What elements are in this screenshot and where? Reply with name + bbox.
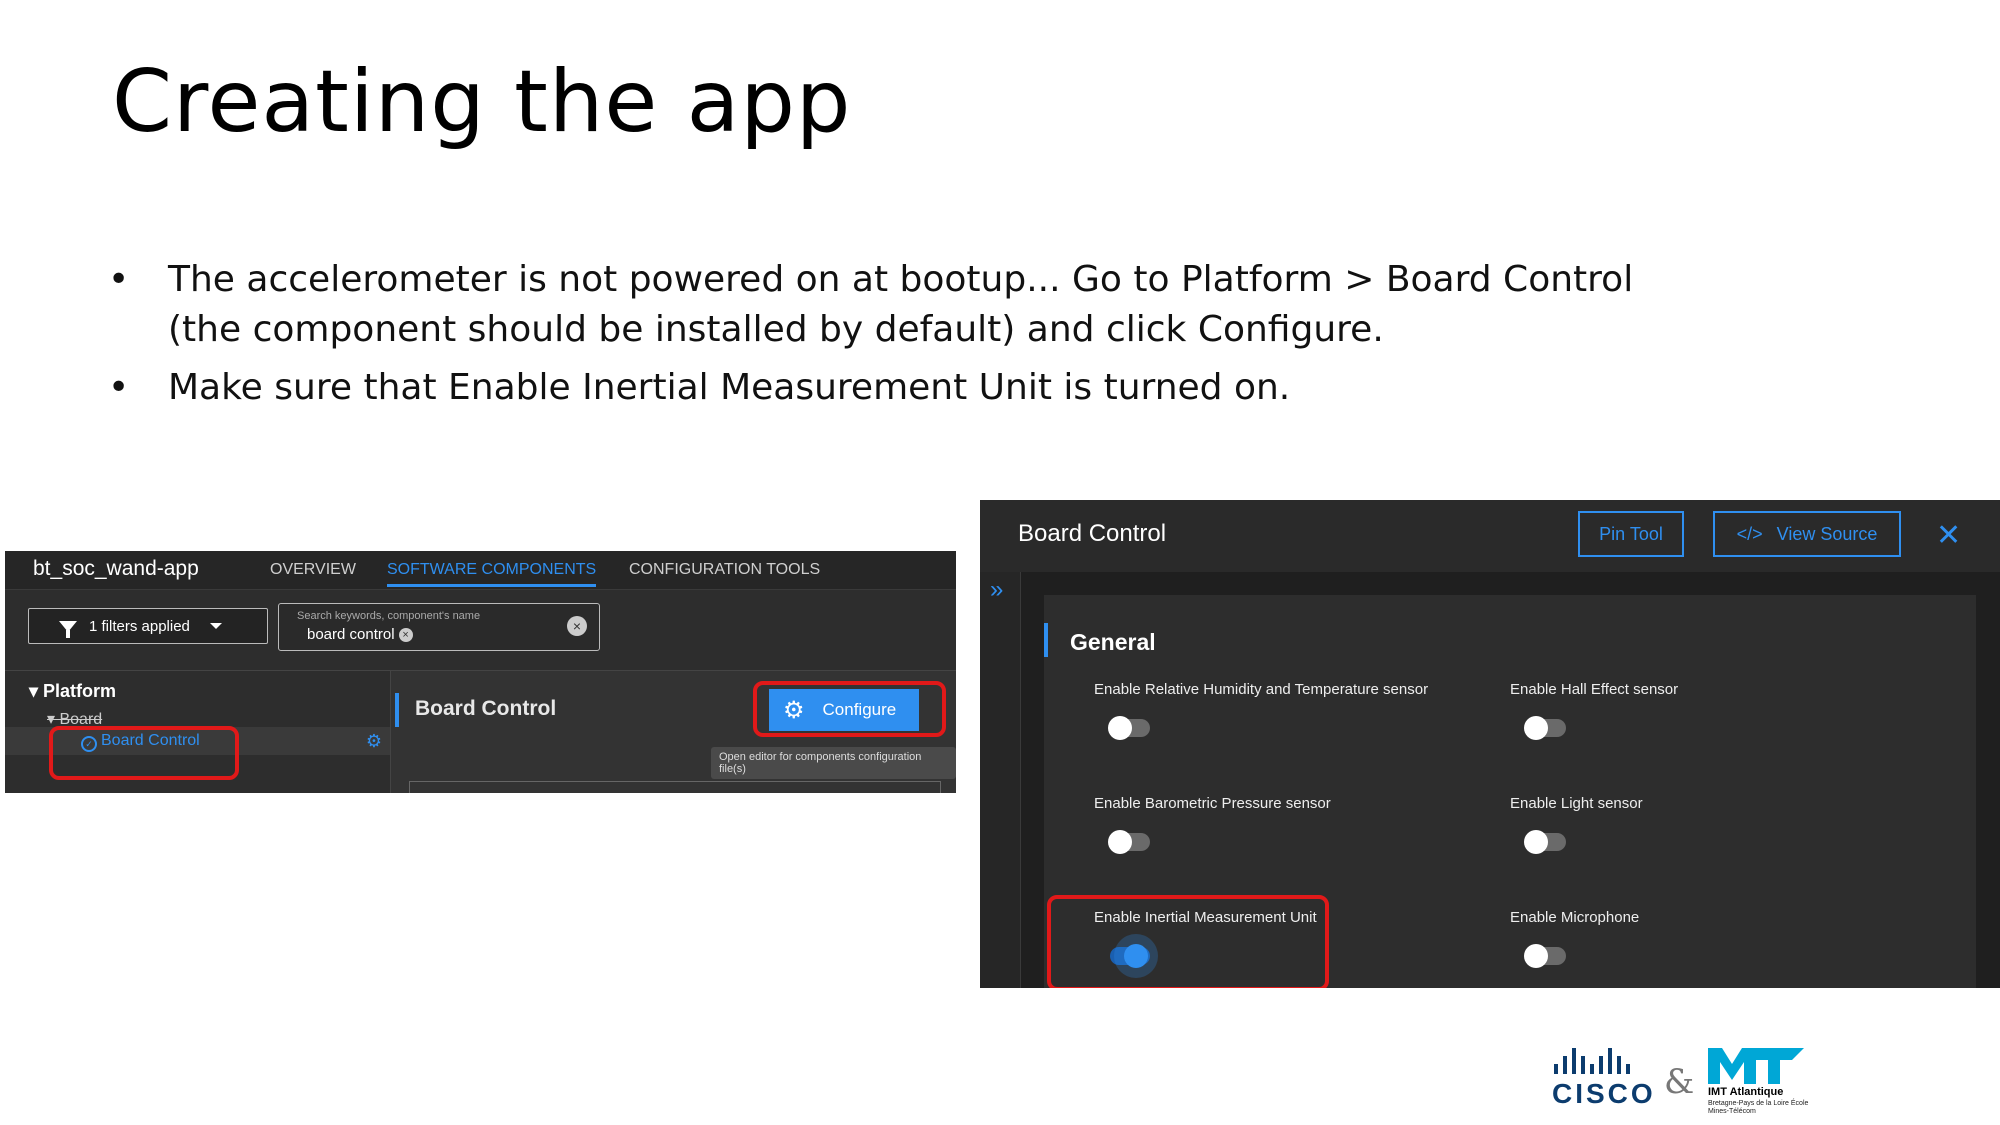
- toggle-knob: [1108, 830, 1132, 854]
- toggle-light-sensor[interactable]: [1524, 830, 1566, 854]
- view-source-button[interactable]: </> View Source: [1713, 511, 1901, 557]
- option-label: Enable Hall Effect sensor: [1510, 681, 1679, 698]
- option-label: Enable Microphone: [1510, 909, 1640, 926]
- search-placeholder: Search keywords, component's name: [297, 610, 481, 622]
- toggle-humidity-temperature[interactable]: [1108, 716, 1150, 740]
- expand-icon[interactable]: »: [990, 576, 1003, 604]
- caret-down-icon: [209, 623, 222, 629]
- gear-icon[interactable]: ⚙: [366, 731, 382, 752]
- toggle-barometric-pressure[interactable]: [1108, 830, 1150, 854]
- dialog-header: Board Control Pin Tool </> View Source ✕: [980, 500, 2000, 572]
- chip-remove-icon[interactable]: ×: [398, 628, 413, 643]
- toggle-knob: [1108, 716, 1132, 740]
- bullet-text: The accelerometer is not powered on at b…: [168, 259, 1634, 350]
- tree-item-platform[interactable]: ▾ Platform: [29, 681, 116, 702]
- slide-title: Creating the app: [112, 52, 852, 152]
- option-label: Enable Relative Humidity and Temperature…: [1094, 681, 1429, 698]
- filter-dropdown[interactable]: 1 filters applied: [28, 608, 268, 644]
- footer-logos: CISCO & IMT Atlantique Bretagne-Pays de …: [1548, 1048, 1818, 1115]
- toggle-microphone[interactable]: [1524, 944, 1566, 968]
- tab-software-components[interactable]: SOFTWARE COMPONENTS: [387, 561, 597, 587]
- tab-overview[interactable]: OVERVIEW: [270, 561, 356, 579]
- pin-tool-button[interactable]: Pin Tool: [1578, 511, 1684, 557]
- clear-search-icon[interactable]: ×: [567, 616, 587, 636]
- bullet-icon: •: [108, 259, 130, 300]
- imt-logo-subtitle: Bretagne-Pays de la Loire École Mines-Té…: [1708, 1100, 1809, 1115]
- dialog-title: Board Control: [1018, 520, 1167, 547]
- configure-tooltip: Open editor for components configuration…: [711, 747, 956, 779]
- search-value: board control: [307, 626, 395, 643]
- side-rail: »: [980, 572, 1021, 988]
- bullet-item: • Make sure that Enable Inertial Measurem…: [108, 363, 1708, 413]
- bullet-icon: •: [108, 367, 130, 408]
- tab-configuration-tools[interactable]: CONFIGURATION TOOLS: [629, 561, 820, 579]
- panel-title: Board Control: [415, 697, 557, 720]
- accent-bar: [1044, 623, 1048, 657]
- code-icon: </>: [1736, 523, 1763, 544]
- toggle-knob: [1524, 944, 1548, 968]
- imt-logo-name: IMT Atlantique: [1708, 1086, 1784, 1098]
- option-label: Enable Barometric Pressure sensor: [1094, 795, 1331, 812]
- highlight-imu-toggle: [1047, 895, 1329, 988]
- imt-logo-icon: [1708, 1048, 1804, 1084]
- accent-bar: [395, 693, 399, 727]
- search-chip[interactable]: board control ×: [307, 626, 413, 643]
- bullet-item: • The accelerometer is not powered on at …: [108, 255, 1708, 355]
- section-title: General: [1070, 629, 1156, 655]
- close-icon[interactable]: ✕: [1936, 518, 1961, 553]
- app-header: bt_soc_wand-app OVERVIEW SOFTWARE COMPON…: [5, 551, 956, 590]
- highlight-board-control: [49, 726, 239, 780]
- panel-content-area: [409, 781, 941, 793]
- filter-label: 1 filters applied: [89, 617, 190, 635]
- bullet-list: • The accelerometer is not powered on at …: [108, 255, 1708, 421]
- bullet-text: Make sure that Enable Inertial Measureme…: [168, 367, 1291, 408]
- ampersand: &: [1664, 1062, 1695, 1102]
- view-source-label: View Source: [1776, 523, 1878, 544]
- toggle-knob: [1524, 716, 1548, 740]
- cisco-logo: CISCO: [1552, 1078, 1656, 1109]
- app-name: bt_soc_wand-app: [33, 557, 199, 580]
- toggle-knob: [1524, 830, 1548, 854]
- cisco-logo-icon: [1554, 1048, 1630, 1074]
- toggle-hall-effect[interactable]: [1524, 716, 1566, 740]
- software-components-screenshot: bt_soc_wand-app OVERVIEW SOFTWARE COMPON…: [5, 551, 956, 793]
- option-label: Enable Light sensor: [1510, 795, 1643, 812]
- highlight-configure: [753, 681, 946, 737]
- filter-icon: [59, 620, 77, 638]
- board-control-dialog-screenshot: Board Control Pin Tool </> View Source ✕…: [980, 500, 2000, 988]
- search-input[interactable]: Search keywords, component's name board …: [278, 603, 600, 651]
